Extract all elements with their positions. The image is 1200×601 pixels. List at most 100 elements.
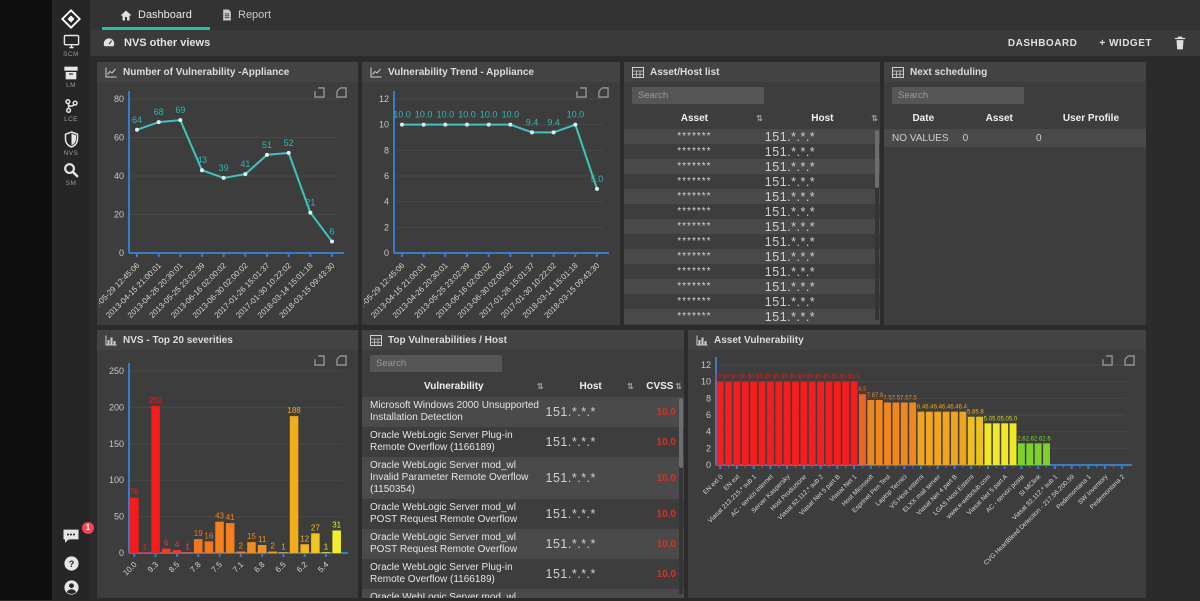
svg-text:20: 20 <box>114 210 124 220</box>
svg-text:7.5: 7.5 <box>908 396 917 402</box>
column-header[interactable]: CVSS⇅ <box>636 381 684 392</box>
expand-icon[interactable] <box>313 86 326 99</box>
branch-icon <box>64 98 79 114</box>
svg-text:68: 68 <box>154 107 164 117</box>
vulnerability-row[interactable]: Oracle WebLogic Server mod_wl POST Reque… <box>362 529 684 559</box>
left-rail <box>0 0 52 600</box>
sidebar-item-label: SCM <box>52 51 90 58</box>
flip-icon[interactable] <box>1123 354 1136 367</box>
asset-host-row[interactable]: *******151.*.*.* <box>624 174 880 189</box>
asset-host-search-input[interactable] <box>632 87 764 104</box>
column-header: Asset <box>963 113 1036 124</box>
sidebar-item-sm[interactable]: SM <box>52 162 90 187</box>
svg-text:7.8: 7.8 <box>188 560 203 575</box>
sort-icon[interactable]: ⇅ <box>675 382 682 391</box>
panel-top-vulnerabilities: Top Vulnerabilities / Host Vulnerability… <box>362 330 684 598</box>
panel-asset-vulnerability: Asset Vulnerability 02468101210.0EN ext … <box>688 330 1146 598</box>
svg-text:EN ext 0: EN ext 0 <box>702 473 725 496</box>
asset-host-row[interactable]: *******151.*.*.* <box>624 294 880 309</box>
sidebar-account-button[interactable] <box>52 579 90 601</box>
sidebar-item-lce[interactable]: LCE <box>52 98 90 123</box>
page-title: NVS other views <box>124 37 210 49</box>
flip-icon[interactable] <box>335 86 348 99</box>
svg-text:27: 27 <box>311 523 320 532</box>
table-scrollbar[interactable] <box>679 398 683 594</box>
flip-icon[interactable] <box>597 86 610 99</box>
svg-text:41: 41 <box>240 159 250 169</box>
panel-title: NVS - Top 20 severities <box>123 335 233 346</box>
svg-text:0: 0 <box>706 460 711 470</box>
column-header[interactable]: Host⇅ <box>765 113 880 124</box>
top-vulnerabilities-table-body: Microsoft Windows 2000 Unsupported Insta… <box>362 397 684 598</box>
table-scrollbar[interactable] <box>875 130 879 320</box>
expand-icon[interactable] <box>313 354 326 367</box>
asset-host-row[interactable]: *******151.*.*.* <box>624 249 880 264</box>
svg-text:0: 0 <box>119 548 124 558</box>
sidebar-chat-button[interactable]: 1 <box>52 528 90 549</box>
sidebar-item-scm[interactable]: SCM <box>52 34 90 58</box>
svg-text:39: 39 <box>219 163 229 173</box>
panel-header: Asset/Host list <box>624 62 880 82</box>
add-widget-button[interactable]: + WIDGET <box>1099 38 1152 49</box>
asset-host-row[interactable]: *******151.*.*.* <box>624 129 880 144</box>
svg-text:10.0: 10.0 <box>437 110 455 120</box>
svg-text:51: 51 <box>262 140 272 150</box>
svg-text:15: 15 <box>247 532 256 541</box>
vulnerability-row[interactable]: Microsoft Windows 2000 Unsupported Insta… <box>362 397 684 427</box>
svg-text:1: 1 <box>143 542 148 551</box>
sidebar-item-nvs[interactable]: NVS <box>52 131 90 157</box>
column-header[interactable]: Asset⇅ <box>624 113 765 124</box>
asset-host-row[interactable]: *******151.*.*.* <box>624 279 880 294</box>
vulnerability-row[interactable]: Oracle WebLogic Server mod_wl POST Reque… <box>362 499 684 529</box>
svg-text:5.0: 5.0 <box>1009 416 1018 422</box>
expand-icon[interactable] <box>1101 354 1114 367</box>
svg-text:43: 43 <box>197 155 207 165</box>
sort-icon[interactable]: ⇅ <box>871 114 878 123</box>
panel-title: Asset/Host list <box>650 67 719 78</box>
sidebar-item-label: LCE <box>52 116 90 123</box>
asset-host-row[interactable]: *******151.*.*.* <box>624 144 880 159</box>
sort-icon[interactable]: ⇅ <box>756 114 763 123</box>
sort-icon[interactable]: ⇅ <box>537 382 544 391</box>
next-scheduling-row[interactable]: NO VALUES00 <box>884 129 1146 147</box>
vulnerability-row[interactable]: Oracle WebLogic Server mod_wl Invalid Pa… <box>362 457 684 499</box>
svg-text:188: 188 <box>287 406 301 415</box>
asset-host-row[interactable]: *******151.*.*.* <box>624 219 880 234</box>
asset-host-row[interactable]: *******151.*.*.* <box>624 309 880 324</box>
tab-report[interactable]: Report <box>222 0 271 30</box>
svg-text:200: 200 <box>109 402 124 412</box>
app-logo[interactable] <box>60 8 82 30</box>
sidebar-help-button[interactable]: ? <box>52 555 90 577</box>
asset-host-row[interactable]: AC - SPT212.171.115.17 <box>624 324 880 325</box>
column-header[interactable]: Vulnerability⇅ <box>362 381 546 392</box>
vulnerability-row[interactable]: Oracle WebLogic Server Plug-in Remote Ov… <box>362 427 684 457</box>
panel-actions <box>575 86 610 99</box>
asset-host-row[interactable]: *******151.*.*.* <box>624 189 880 204</box>
asset-host-row[interactable]: *******151.*.*.* <box>624 159 880 174</box>
svg-text:31: 31 <box>332 520 341 529</box>
vulnerability-row[interactable]: Oracle WebLogic Server mod_wl Invalid Pa… <box>362 589 684 598</box>
dashboard-button[interactable]: DASHBOARD <box>1008 38 1078 49</box>
svg-text:8.5: 8.5 <box>167 560 182 575</box>
topbar: Dashboard Report <box>90 0 1200 30</box>
expand-icon[interactable] <box>575 86 588 99</box>
sort-icon[interactable]: ⇅ <box>627 382 634 391</box>
column-header[interactable]: Host⇅ <box>546 381 636 392</box>
next-scheduling-search-input[interactable] <box>892 87 1024 104</box>
tab-dashboard[interactable]: Dashboard <box>120 0 192 30</box>
vulnerability-row[interactable]: Oracle WebLogic Server Plug-in Remote Ov… <box>362 559 684 589</box>
svg-text:12: 12 <box>379 94 389 104</box>
asset-host-row[interactable]: *******151.*.*.* <box>624 264 880 279</box>
top-vulnerabilities-search-input[interactable] <box>370 355 502 372</box>
sidebar-item-lm[interactable]: LM <box>52 66 90 89</box>
trash-icon[interactable] <box>1174 36 1186 50</box>
asset-host-row[interactable]: *******151.*.*.* <box>624 234 880 249</box>
panel-number-of-vulnerability: Number of Vulnerability -Appliance 02040… <box>97 62 358 325</box>
svg-text:69: 69 <box>175 105 185 115</box>
bar-chart-icon <box>696 335 708 346</box>
sidebar-item-label: LM <box>52 82 90 89</box>
flip-icon[interactable] <box>335 354 348 367</box>
panel-actions <box>313 354 348 367</box>
svg-text:11: 11 <box>258 535 267 544</box>
asset-host-row[interactable]: *******151.*.*.* <box>624 204 880 219</box>
